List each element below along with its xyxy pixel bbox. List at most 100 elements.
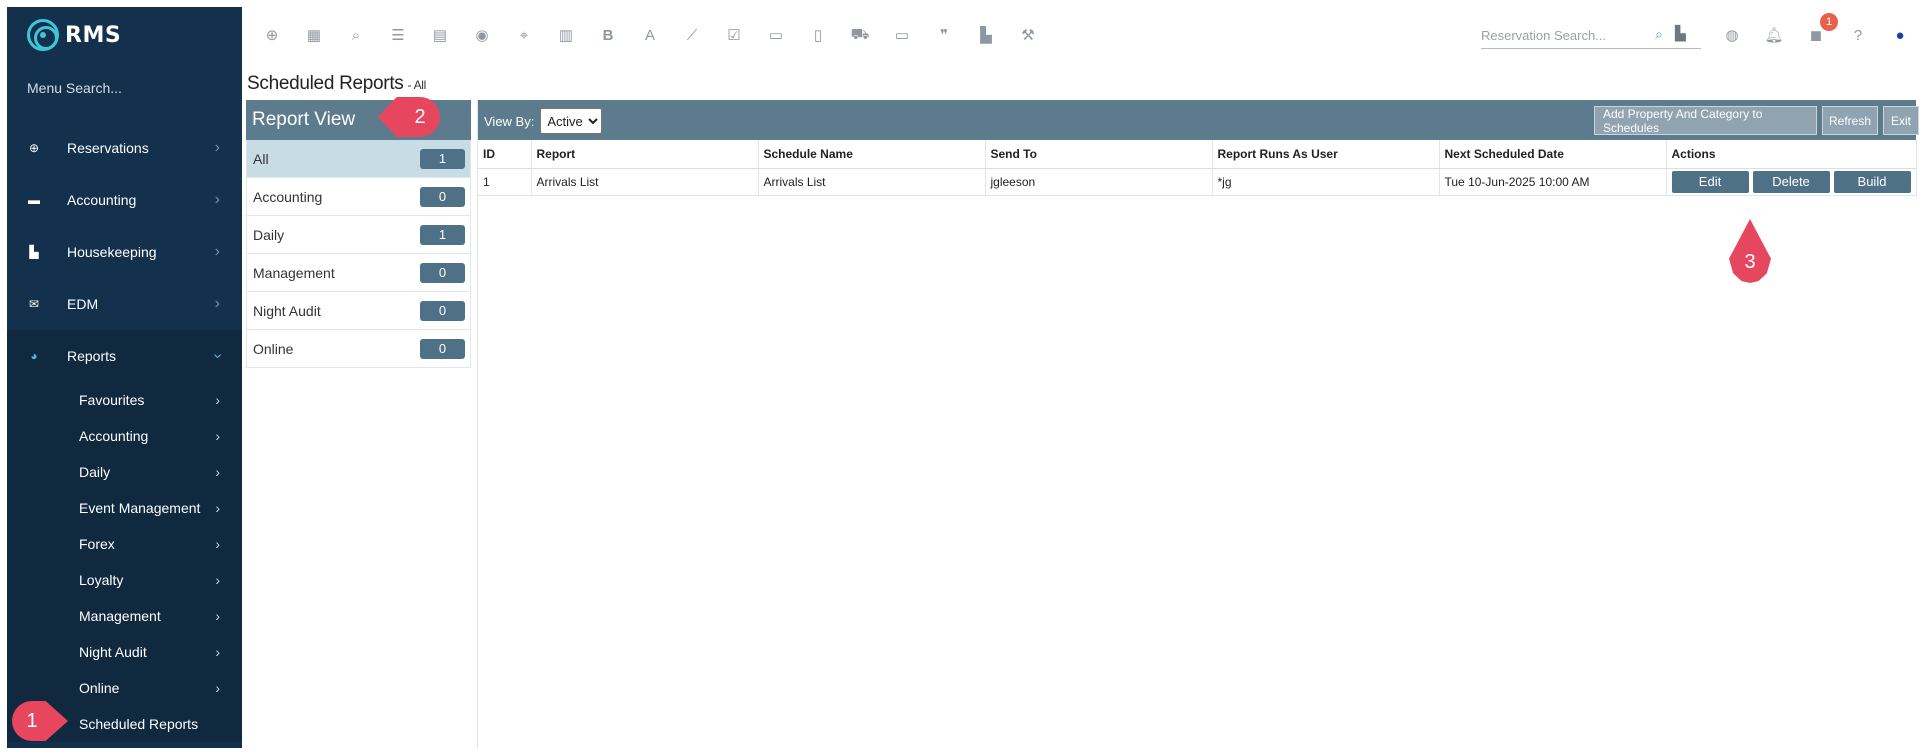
- sidebar-item-label: Housekeeping: [67, 244, 157, 260]
- bold-b-icon[interactable]: B: [598, 25, 618, 45]
- report-category-daily[interactable]: Daily 1: [246, 216, 471, 254]
- bell-icon[interactable]: 🔔︎: [1764, 25, 1784, 45]
- id-card-icon[interactable]: ▭: [766, 25, 786, 45]
- category-count: 1: [420, 224, 465, 245]
- add-property-category-button[interactable]: Add Property And Category to Schedules: [1594, 106, 1817, 135]
- bed-icon[interactable]: ▙: [1675, 25, 1686, 42]
- refresh-button[interactable]: Refresh: [1822, 106, 1878, 135]
- column-header[interactable]: Send To: [985, 140, 1213, 169]
- category-count: 0: [420, 262, 465, 283]
- reports-submenu: Favourites › Accounting › Daily › Event Man…: [7, 382, 242, 742]
- column-header[interactable]: ID: [478, 140, 532, 169]
- logo[interactable]: RMS: [27, 19, 121, 51]
- envelope-icon: ✉: [28, 297, 40, 311]
- report-category-online[interactable]: Online 0: [246, 330, 471, 368]
- chevron-right-icon: ›: [215, 644, 220, 660]
- delete-button[interactable]: Delete: [1752, 170, 1830, 193]
- sidebar-subitem-label: Management: [79, 608, 161, 624]
- report-view-panel: Report View All 1 Accounting 0 Daily 1 M…: [246, 100, 471, 368]
- sidebar-subitem-online[interactable]: Online ›: [7, 670, 242, 706]
- build-button[interactable]: Build: [1833, 170, 1911, 193]
- search-icon[interactable]: ⌕: [1655, 26, 1663, 43]
- category-count: 0: [420, 338, 465, 359]
- sidebar-item-reservations[interactable]: ⊕ Reservations ›: [7, 122, 242, 174]
- reservation-search: ⌕ ▙: [1481, 23, 1701, 49]
- letter-a-icon[interactable]: A: [640, 25, 660, 45]
- app-frame: RMS Menu Search... ⊕ Reservations › ▬ Ac…: [0, 0, 1923, 756]
- column-header[interactable]: Next Scheduled Date: [1439, 140, 1667, 169]
- exit-button[interactable]: Exit: [1883, 106, 1919, 135]
- calendar-icon[interactable]: ▦: [304, 25, 324, 45]
- sidebar-subitem-label: Online: [79, 680, 120, 696]
- report-category-accounting[interactable]: Accounting 0: [246, 178, 471, 216]
- grid-icon[interactable]: ▤: [430, 25, 450, 45]
- help-icon[interactable]: ?: [1848, 25, 1868, 45]
- sidebar-subitem-favourites[interactable]: Favourites ›: [7, 382, 242, 418]
- sidebar-subitem-accounting[interactable]: Accounting ›: [7, 418, 242, 454]
- page-title-text: Scheduled Reports: [247, 73, 404, 94]
- table-row[interactable]: 1 Arrivals List Arrivals List jgleeson *…: [478, 168, 1917, 196]
- quote-icon[interactable]: ❞: [934, 25, 954, 45]
- sidebar-subitem-label: Accounting: [79, 428, 149, 444]
- column-header[interactable]: Report: [531, 140, 759, 169]
- edit-button[interactable]: Edit: [1671, 170, 1749, 193]
- sidebar-nav: ⊕ Reservations › ▬ Accounting › ▙ Housek…: [7, 122, 242, 742]
- sidebar-subitem-loyalty[interactable]: Loyalty ›: [7, 562, 242, 598]
- ticket-icon[interactable]: ▭: [892, 25, 912, 45]
- column-header[interactable]: Schedule Name: [758, 140, 986, 169]
- sliders-icon[interactable]: ☰: [388, 25, 408, 45]
- report-category-night-audit[interactable]: Night Audit 0: [246, 292, 471, 330]
- cell-report: Arrivals List: [531, 168, 759, 196]
- bed-icon[interactable]: ▙: [976, 25, 996, 45]
- logo-text: RMS: [65, 22, 122, 48]
- map-icon[interactable]: ▥: [556, 25, 576, 45]
- map-marker-icon[interactable]: ⌖: [514, 25, 534, 45]
- sidebar-item-label: Reports: [67, 348, 117, 364]
- sidebar-subitem-event-management[interactable]: Event Management ›: [7, 490, 242, 526]
- sidebar-item-label: Reservations: [67, 140, 149, 156]
- document-icon[interactable]: ▯: [808, 25, 828, 45]
- checklist-icon[interactable]: ☑: [724, 25, 744, 45]
- rms-logo-icon: [27, 19, 59, 51]
- sidebar-item-housekeeping[interactable]: ▙ Housekeeping ›: [7, 226, 242, 278]
- sidebar-subitem-label: Loyalty: [79, 572, 124, 588]
- sidebar-item-edm[interactable]: ✉ EDM ›: [7, 278, 242, 330]
- chevron-down-icon: ›: [209, 353, 227, 359]
- category-label: All: [253, 150, 269, 167]
- hammer-icon[interactable]: ⚒: [1018, 25, 1038, 45]
- cell-next-date: Tue 10-Jun-2025 10:00 AM: [1439, 168, 1667, 196]
- sidebar-subitem-night-audit[interactable]: Night Audit ›: [7, 634, 242, 670]
- search-icon[interactable]: ⌕: [346, 25, 366, 45]
- sidebar-item-reports[interactable]: ◕ Reports ›: [7, 330, 242, 382]
- sidebar-subitem-label: Favourites: [79, 392, 145, 408]
- column-header[interactable]: Report Runs As User: [1212, 140, 1440, 169]
- sidebar: RMS Menu Search... ⊕ Reservations › ▬ Ac…: [7, 7, 242, 748]
- cash-icon: ▬: [28, 193, 40, 207]
- report-category-management[interactable]: Management 0: [246, 254, 471, 292]
- sidebar-subitem-forex[interactable]: Forex ›: [7, 526, 242, 562]
- cart-icon[interactable]: ⛟: [850, 25, 870, 45]
- chevron-right-icon: ›: [214, 295, 220, 312]
- sidebar-item-label: Accounting: [67, 192, 137, 208]
- line-chart-icon[interactable]: ⟋: [682, 25, 702, 45]
- pie-chart-icon: ◕: [30, 349, 38, 363]
- view-by-select[interactable]: Active: [540, 108, 603, 134]
- user-icon[interactable]: ●: [1890, 25, 1910, 45]
- sidebar-subitem-label: Daily: [79, 464, 111, 480]
- category-count: 0: [420, 186, 465, 207]
- chevron-right-icon: ›: [214, 139, 220, 156]
- add-circle-icon[interactable]: ⊕: [262, 25, 282, 45]
- page-title-suffix: - All: [407, 78, 427, 92]
- sidebar-item-accounting[interactable]: ▬ Accounting ›: [7, 174, 242, 226]
- users-icon[interactable]: ◉: [472, 25, 492, 45]
- sidebar-subitem-management[interactable]: Management ›: [7, 598, 242, 634]
- chevron-right-icon: ›: [215, 572, 220, 588]
- sidebar-subitem-daily[interactable]: Daily ›: [7, 454, 242, 490]
- chevron-right-icon: ›: [214, 191, 220, 208]
- plus-circle-icon: ⊕: [28, 141, 40, 155]
- menu-search-input[interactable]: Menu Search...: [27, 80, 122, 96]
- globe-icon[interactable]: ◍: [1722, 25, 1742, 45]
- report-category-all[interactable]: All 1: [246, 140, 471, 178]
- chevron-right-icon: ›: [215, 464, 220, 480]
- reservation-search-input[interactable]: [1481, 23, 1651, 47]
